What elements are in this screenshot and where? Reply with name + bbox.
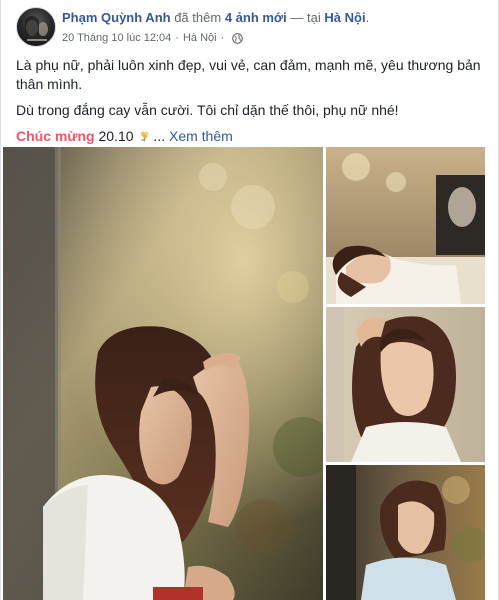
post-headline: Phạm Quỳnh Anh đã thêm 4 ảnh mới — tại H… [62,10,369,26]
action-separator: — tại [290,10,321,25]
photos-count-link[interactable]: 4 ảnh mới [225,10,287,25]
post-text-line: Là phụ nữ, phải luôn xinh đẹp, vui vẻ, c… [16,57,481,92]
post-meta: 20 Tháng 10 lúc 12:04 · Hà Nội · [62,32,369,44]
flower-icon [139,128,151,142]
author-name-link[interactable]: Phạm Quỳnh Anh [62,10,171,25]
photo-4[interactable] [326,465,485,600]
globe-icon[interactable] [232,32,244,44]
headline-period: . [365,10,370,25]
location-link[interactable]: Hà Nội [324,10,365,25]
action-prefix: đã thêm [174,10,222,25]
avatar[interactable] [16,7,56,47]
post-header: Phạm Quỳnh Anh đã thêm 4 ảnh mới — tại H… [16,7,369,49]
see-more-prefix: ... [153,128,166,144]
post-text-hashtag-line: Chúc mừng 20.10 ... Xem thêm [16,127,486,146]
photo-1[interactable] [3,147,323,600]
photo-3[interactable] [326,307,485,462]
post-text-line: Dù trong đắng cay vẫn cười. Tôi chỉ dặn … [16,102,399,118]
post-text: Là phụ nữ, phải luôn xinh đẹp, vui vẻ, c… [16,56,486,153]
photo-2[interactable] [326,147,485,304]
hashtag-suffix: 20.10 [98,128,134,144]
photo-grid [3,147,485,600]
meta-dot: · [175,32,179,44]
see-more-link[interactable]: Xem thêm [169,128,233,144]
timestamp-link[interactable]: 20 Tháng 10 lúc 12:04 [62,32,171,44]
hashtag-link[interactable]: Chúc mừng [16,128,95,144]
post-card: Phạm Quỳnh Anh đã thêm 4 ảnh mới — tại H… [0,0,499,600]
meta-dot: · [220,32,225,44]
place-link[interactable]: Hà Nội [183,32,217,44]
